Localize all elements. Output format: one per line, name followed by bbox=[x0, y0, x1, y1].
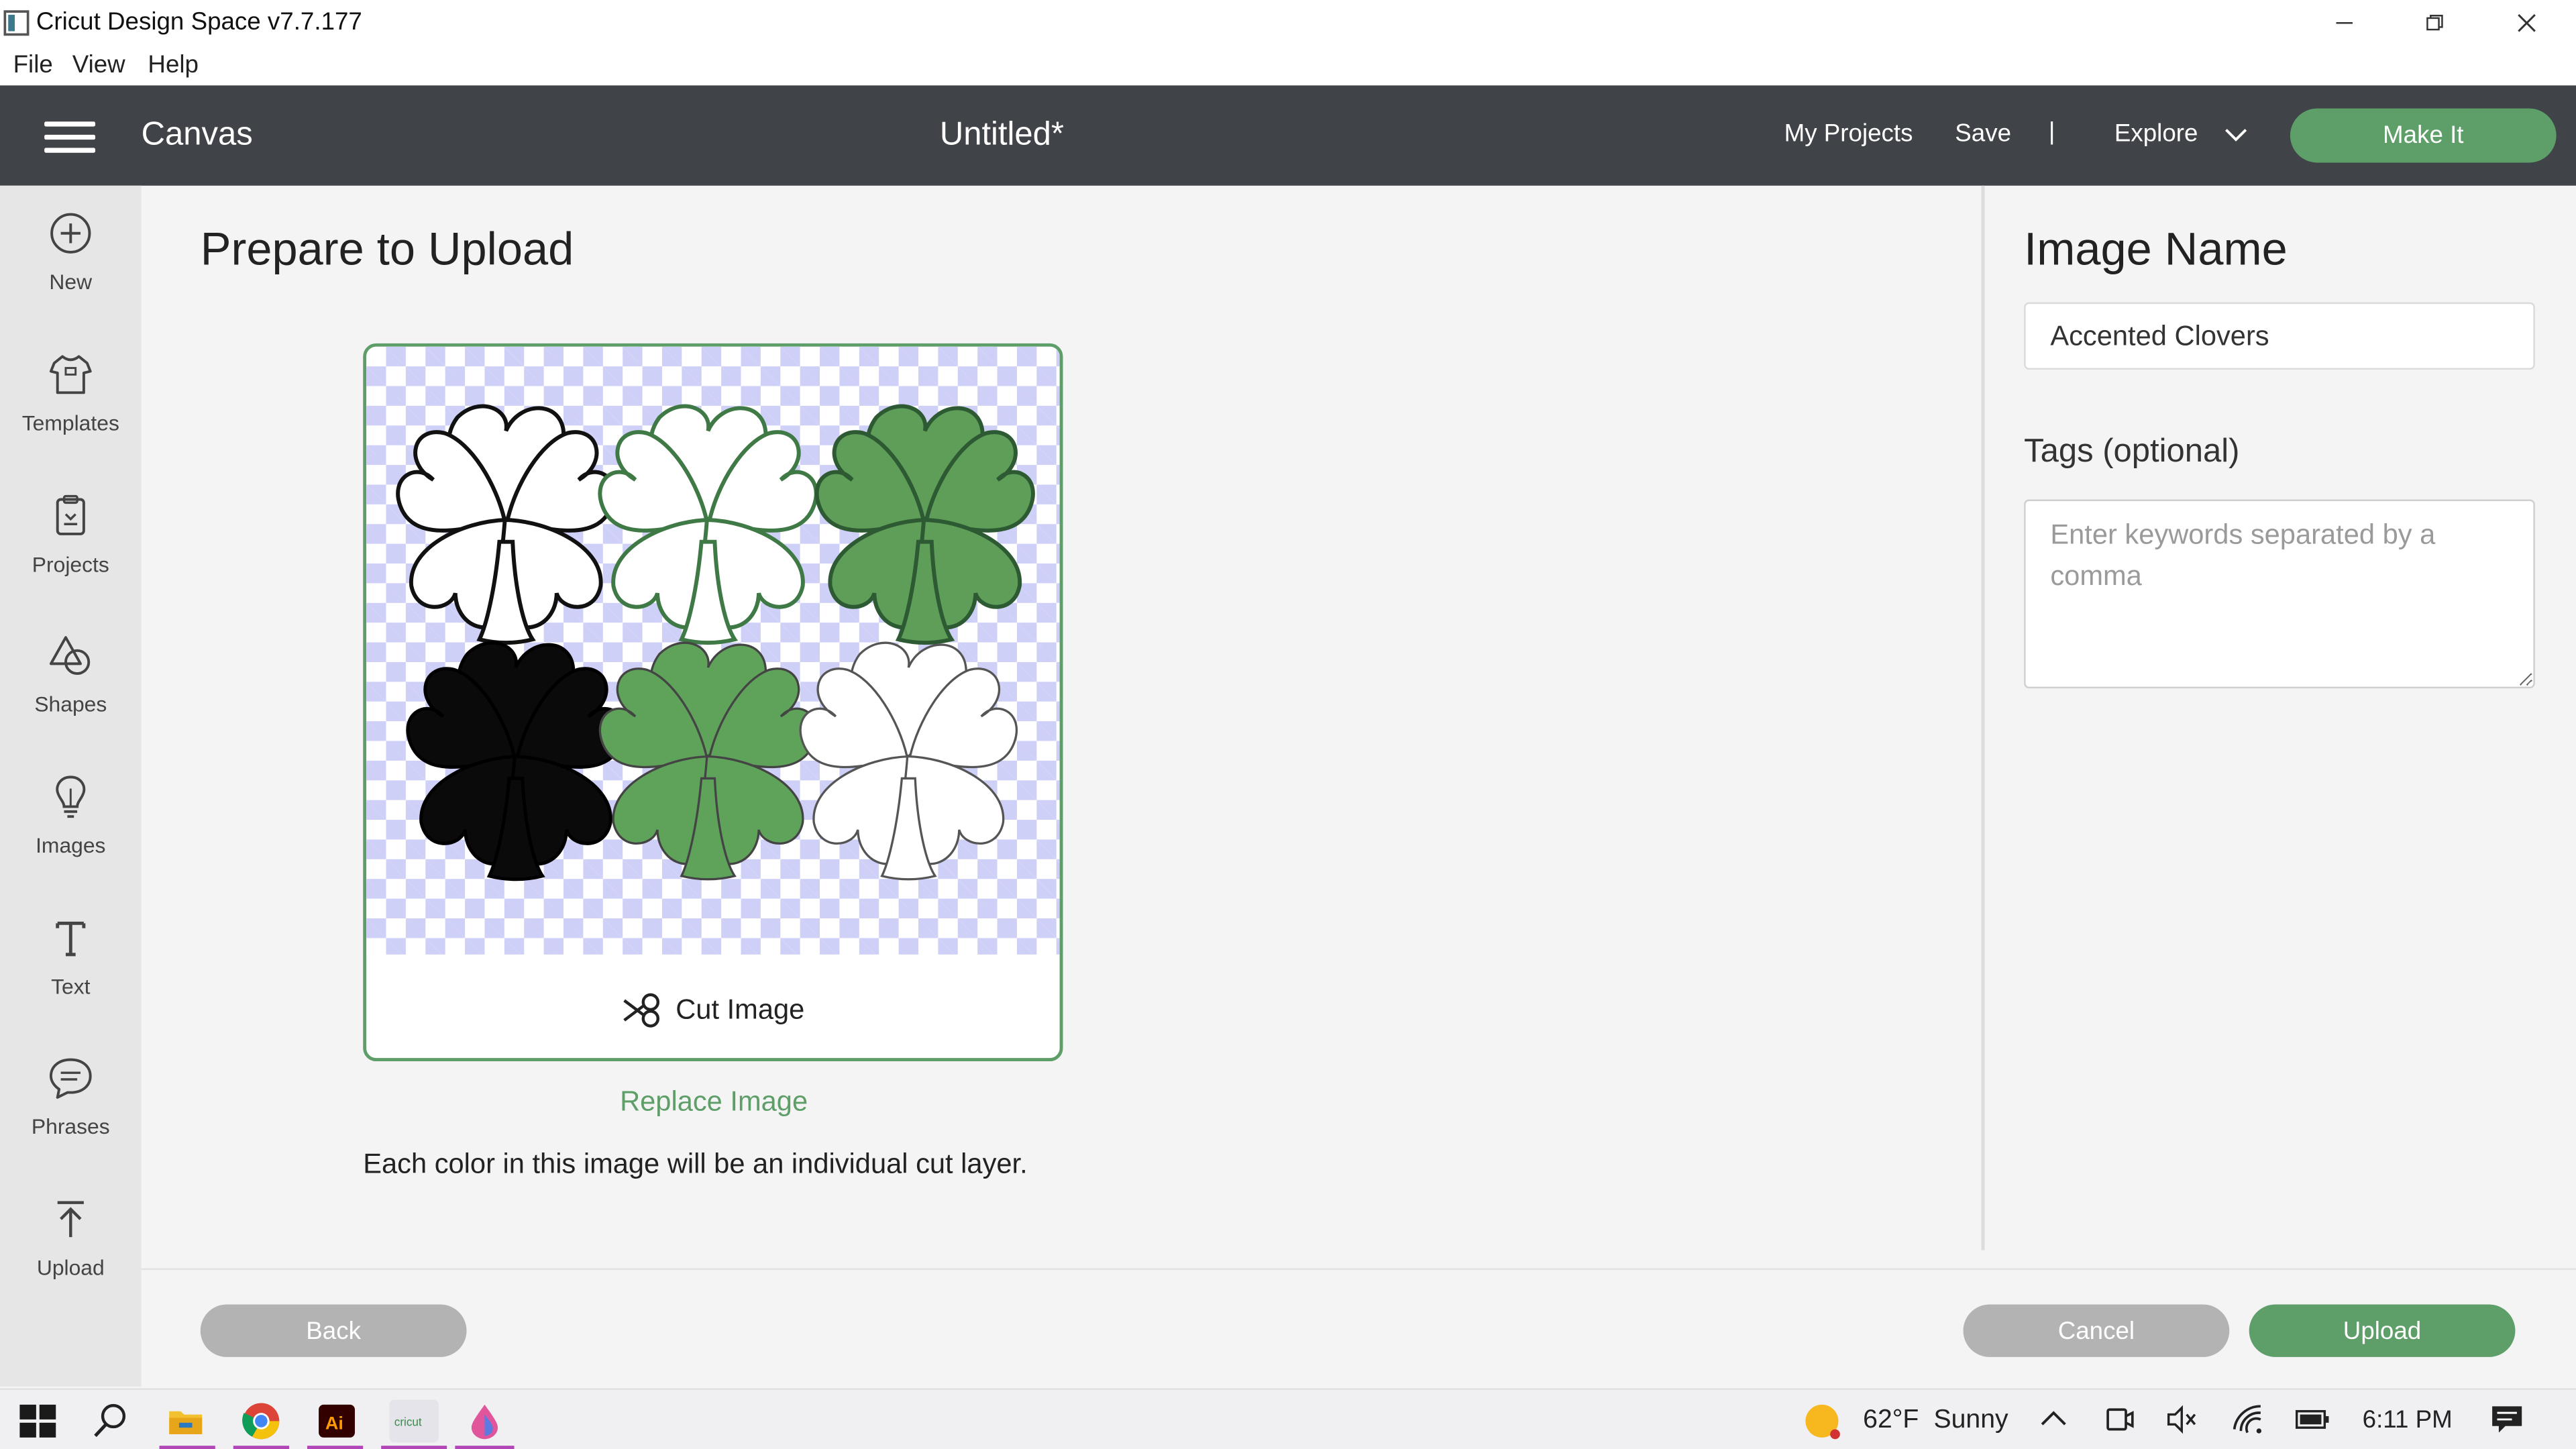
my-projects-link[interactable]: My Projects bbox=[1784, 120, 1913, 148]
file-explorer-icon[interactable] bbox=[164, 1400, 207, 1443]
app-header: Canvas Untitled* My Projects Save | Expl… bbox=[0, 85, 2576, 186]
cricut-app-icon[interactable]: cricut bbox=[389, 1399, 439, 1443]
chrome-icon[interactable] bbox=[240, 1400, 283, 1443]
sun-weather-icon[interactable] bbox=[1803, 1401, 1842, 1441]
sidebar-item-phrases[interactable]: Phrases bbox=[0, 1053, 142, 1185]
weather-temp: 62°F bbox=[1863, 1406, 1919, 1434]
plus-circle-icon bbox=[50, 213, 91, 254]
app-window: Cricut Design Space v7.7.177 File View H… bbox=[0, 0, 2576, 1449]
clover-outline-black bbox=[380, 407, 632, 643]
clover-filled-green-half bbox=[799, 407, 1051, 643]
image-preview-card: Cut Image bbox=[363, 343, 1063, 1062]
explore-label: Explore bbox=[2114, 119, 2198, 148]
shapes-icon bbox=[49, 636, 91, 676]
active-indicator bbox=[159, 1446, 215, 1449]
sidebar-item-label: Templates bbox=[21, 411, 119, 435]
close-window-button[interactable] bbox=[2489, 0, 2565, 46]
svg-text:Ai: Ai bbox=[325, 1413, 343, 1434]
clock-time[interactable]: 6:11 PM bbox=[2363, 1406, 2453, 1434]
notifications-icon[interactable] bbox=[2489, 1403, 2532, 1446]
sidebar-item-label: Text bbox=[51, 974, 91, 999]
image-name-heading: Image Name bbox=[2024, 223, 2288, 274]
sidebar-item-projects[interactable]: Projects bbox=[0, 491, 142, 623]
text-icon bbox=[56, 921, 86, 957]
chevron-up-icon[interactable] bbox=[2037, 1403, 2080, 1446]
sidebar-item-images[interactable]: Images bbox=[0, 772, 142, 904]
hamburger-menu-icon[interactable] bbox=[44, 121, 96, 152]
battery-icon[interactable] bbox=[2294, 1403, 2337, 1446]
sidebar-item-label: New bbox=[49, 269, 93, 294]
illustrator-icon[interactable]: Ai bbox=[315, 1400, 358, 1443]
document-title: Untitled* bbox=[939, 116, 1064, 153]
canvas-link[interactable]: Canvas bbox=[142, 117, 253, 154]
minimize-button[interactable] bbox=[2306, 0, 2382, 46]
sidebar-item-label: Shapes bbox=[34, 692, 107, 716]
speech-bubble-icon bbox=[49, 1058, 92, 1099]
paint-app-icon[interactable] bbox=[464, 1400, 506, 1443]
tags-textarea[interactable] bbox=[2024, 499, 2535, 689]
clover-white-half bbox=[782, 641, 1035, 880]
clover-filled-green-light bbox=[581, 641, 835, 880]
menu-help[interactable]: Help bbox=[148, 51, 199, 79]
lightbulb-icon bbox=[56, 775, 86, 818]
windows-start-icon[interactable] bbox=[16, 1400, 59, 1443]
meet-now-icon[interactable] bbox=[2103, 1403, 2146, 1446]
cancel-button[interactable]: Cancel bbox=[1963, 1304, 2230, 1357]
window-title: Cricut Design Space v7.7.177 bbox=[36, 8, 362, 36]
windows-taskbar: Ai cricut 62°F Sunny 6:11 PM bbox=[0, 1388, 2576, 1449]
panel-divider bbox=[1981, 185, 1985, 1250]
sidebar-item-shapes[interactable]: Shapes bbox=[0, 631, 142, 762]
restore-button[interactable] bbox=[2397, 0, 2473, 46]
make-it-button[interactable]: Make It bbox=[2290, 108, 2557, 163]
weather-description: Sunny bbox=[1933, 1406, 2008, 1434]
sidebar-item-new[interactable]: New bbox=[0, 209, 142, 340]
menu-bar: File View Help bbox=[0, 46, 2576, 86]
replace-image-link[interactable]: Replace Image bbox=[363, 1086, 1065, 1119]
tshirt-icon bbox=[49, 355, 92, 394]
window-titlebar: Cricut Design Space v7.7.177 bbox=[0, 0, 2576, 46]
active-indicator bbox=[233, 1446, 290, 1449]
sidebar-item-upload[interactable]: Upload bbox=[0, 1194, 142, 1326]
sidebar-item-templates[interactable]: Templates bbox=[0, 350, 142, 482]
dialog-footer: Back Cancel Upload bbox=[141, 1268, 2576, 1390]
sidebar-item-label: Upload bbox=[36, 1255, 105, 1280]
explore-dropdown[interactable]: Explore bbox=[2114, 115, 2262, 154]
search-icon[interactable] bbox=[89, 1400, 131, 1443]
chevron-down-icon bbox=[2225, 129, 2247, 142]
menu-file[interactable]: File bbox=[13, 51, 53, 79]
svg-text:cricut: cricut bbox=[394, 1415, 422, 1429]
volume-muted-icon[interactable] bbox=[2165, 1403, 2208, 1446]
scissors-icon bbox=[623, 992, 660, 1027]
wifi-icon[interactable] bbox=[2231, 1403, 2274, 1446]
projects-icon bbox=[56, 494, 85, 535]
tags-heading: Tags (optional) bbox=[2024, 433, 2240, 470]
upload-icon bbox=[57, 1201, 84, 1238]
image-name-input[interactable] bbox=[2024, 302, 2535, 370]
back-button[interactable]: Back bbox=[200, 1304, 467, 1357]
transparent-preview bbox=[366, 346, 1060, 955]
clover-outline-green bbox=[582, 407, 834, 643]
page-title: Prepare to Upload bbox=[200, 223, 574, 274]
active-indicator bbox=[307, 1446, 364, 1449]
app-icon bbox=[3, 10, 30, 36]
upload-button[interactable]: Upload bbox=[2249, 1304, 2516, 1357]
active-indicator bbox=[381, 1446, 447, 1449]
cut-layer-info: Each color in this image will be an indi… bbox=[363, 1148, 1028, 1180]
active-indicator bbox=[455, 1446, 515, 1449]
sidebar-item-text[interactable]: Text bbox=[0, 914, 142, 1045]
left-sidebar: New Templates Projects Shapes Images Tex… bbox=[0, 185, 142, 1387]
header-separator: | bbox=[2048, 118, 2055, 146]
clover-filled-black-half bbox=[388, 641, 643, 881]
sidebar-item-label: Phrases bbox=[31, 1114, 110, 1139]
menu-view[interactable]: View bbox=[72, 51, 125, 79]
cut-image-label: Cut Image bbox=[676, 993, 805, 1024]
clover-image bbox=[366, 347, 1059, 881]
sidebar-item-label: Images bbox=[36, 833, 106, 858]
cut-image-row: Cut Image bbox=[366, 958, 1059, 1058]
sidebar-item-label: Projects bbox=[32, 551, 109, 577]
save-link[interactable]: Save bbox=[1955, 120, 2011, 148]
